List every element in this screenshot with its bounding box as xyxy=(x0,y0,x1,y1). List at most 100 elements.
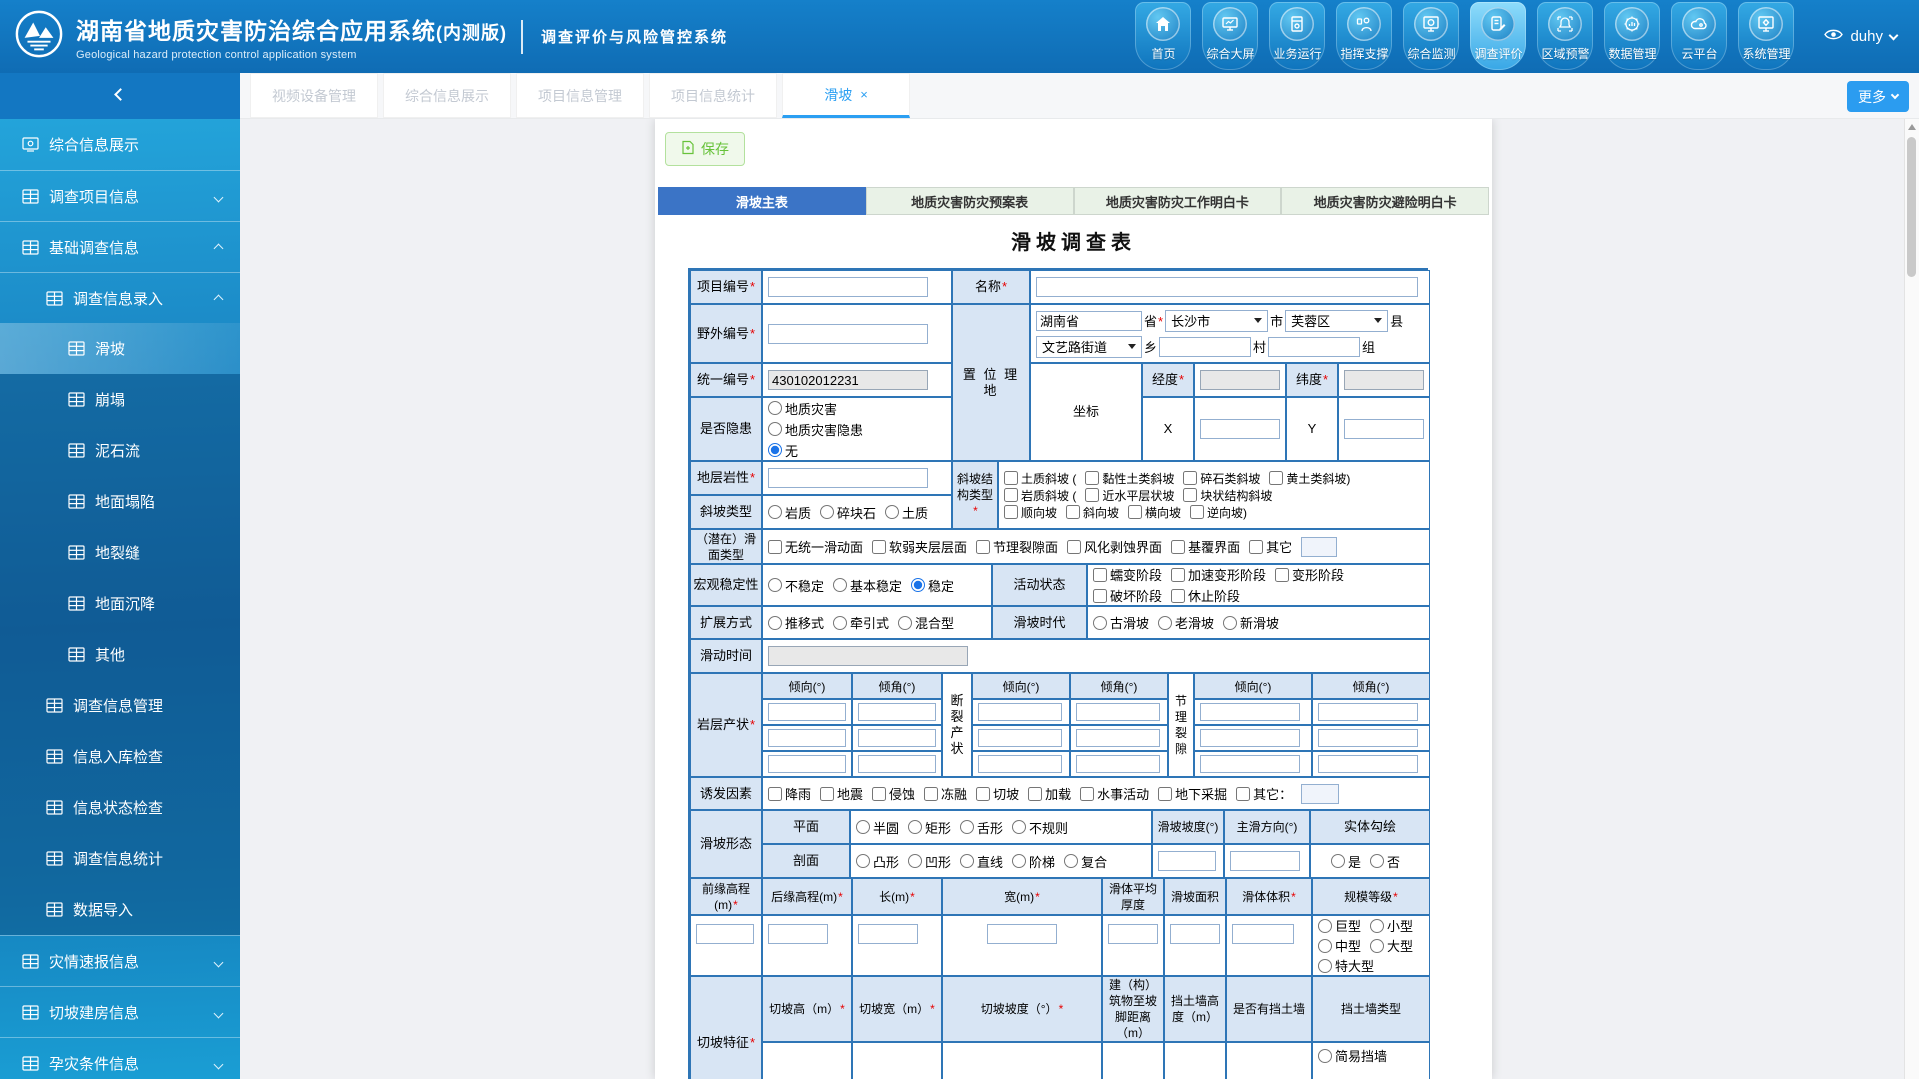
sidebar-item[interactable]: 信息入库检查 xyxy=(0,731,240,782)
fault-dipdir-input-1[interactable] xyxy=(978,703,1062,721)
trigger-checkbox[interactable] xyxy=(1236,787,1250,801)
radio-option[interactable]: 特大型 xyxy=(1318,956,1374,975)
trigger-checkbox[interactable] xyxy=(1080,787,1094,801)
slope_type-radio[interactable] xyxy=(768,505,782,519)
radio-option[interactable]: 是 xyxy=(1331,852,1361,871)
slip-checkbox[interactable] xyxy=(976,540,990,554)
plan-radio[interactable] xyxy=(856,820,870,834)
length-input[interactable] xyxy=(858,924,918,944)
sidebar-item[interactable]: 滑坡 xyxy=(0,323,240,374)
save-button[interactable]: 保存 xyxy=(665,132,745,166)
slip-surface-other-input[interactable] xyxy=(1301,537,1337,557)
trigger-checkbox[interactable] xyxy=(976,787,990,801)
fault-dipangle-input-1[interactable] xyxy=(1076,703,1160,721)
ss3-checkbox[interactable] xyxy=(1190,505,1204,519)
tab-video-device[interactable]: 视频设备管理 xyxy=(250,73,378,118)
checkbox-option[interactable]: 降雨 xyxy=(768,784,811,803)
width-input[interactable] xyxy=(987,924,1057,944)
ss3-checkbox[interactable] xyxy=(1066,505,1080,519)
sidebar-item[interactable]: 信息状态检查 xyxy=(0,782,240,833)
radio-option[interactable]: 新滑坡 xyxy=(1223,613,1279,632)
form-tab-plan[interactable]: 地质灾害防灾预案表 xyxy=(866,187,1074,215)
fault-dipangle-input-2[interactable] xyxy=(1076,729,1160,747)
user-menu[interactable]: duhy xyxy=(1824,28,1897,45)
rear-elev-input[interactable] xyxy=(768,924,828,944)
slide-time-input[interactable] xyxy=(768,646,968,666)
sidebar-collapse-button[interactable] xyxy=(0,73,240,119)
fault-dipangle-input-3[interactable] xyxy=(1076,755,1160,773)
nav-item-monitoring[interactable]: 综合监测 xyxy=(1403,2,1459,70)
radio-option[interactable]: 否 xyxy=(1370,852,1400,871)
checkbox-option[interactable]: 加载 xyxy=(1028,784,1071,803)
joint-dipdir-input-3[interactable] xyxy=(1200,755,1300,773)
project-no-input[interactable] xyxy=(768,277,928,297)
activity-checkbox[interactable] xyxy=(1171,589,1185,603)
joint-dipangle-input-1[interactable] xyxy=(1318,703,1418,721)
joint-dipdir-input-1[interactable] xyxy=(1200,703,1300,721)
checkbox-option[interactable]: 黏性土类斜坡 xyxy=(1085,470,1174,487)
checkbox-option[interactable]: 风化剥蚀界面 xyxy=(1067,537,1162,556)
rock-dipdir-input-2[interactable] xyxy=(768,729,846,747)
stability-radio[interactable] xyxy=(911,578,925,592)
trigger-checkbox[interactable] xyxy=(924,787,938,801)
radio-option[interactable]: 直线 xyxy=(960,852,1003,871)
checkbox-option[interactable]: 软弱夹层层面 xyxy=(872,537,967,556)
checkbox-option[interactable]: 无统一滑动面 xyxy=(768,537,863,556)
hidden-radio[interactable] xyxy=(768,422,782,436)
fault-dipdir-input-3[interactable] xyxy=(978,755,1062,773)
scale-radio[interactable] xyxy=(1318,939,1332,953)
ss1-checkbox[interactable] xyxy=(1183,471,1197,485)
sidebar-item[interactable]: 地面沉降 xyxy=(0,578,240,629)
checkbox-option[interactable]: 水事活动 xyxy=(1080,784,1149,803)
slip-checkbox[interactable] xyxy=(768,540,782,554)
sidebar-item[interactable]: 调查信息统计 xyxy=(0,833,240,884)
sidebar-item[interactable]: 调查信息管理 xyxy=(0,680,240,731)
city-select[interactable]: 长沙市 xyxy=(1165,310,1268,332)
radio-option[interactable]: 基本稳定 xyxy=(833,576,902,595)
plan-radio[interactable] xyxy=(1012,820,1026,834)
rock-dipangle-input-1[interactable] xyxy=(858,703,936,721)
village-input[interactable] xyxy=(1159,337,1251,357)
checkbox-option[interactable]: 基覆界面 xyxy=(1171,537,1240,556)
y-input[interactable] xyxy=(1344,419,1424,439)
radio-option[interactable]: 无 xyxy=(768,441,798,460)
nav-item-survey[interactable]: 调查评价 xyxy=(1470,2,1526,70)
tab-project-stats[interactable]: 项目信息统计 xyxy=(649,73,777,118)
rock-dipdir-input-1[interactable] xyxy=(768,703,846,721)
checkbox-option[interactable]: 切坡 xyxy=(976,784,1019,803)
checkbox-option[interactable]: 冻融 xyxy=(924,784,967,803)
scale-radio[interactable] xyxy=(1318,959,1332,973)
ss1-checkbox[interactable] xyxy=(1085,471,1099,485)
nav-item-system[interactable]: 系统管理 xyxy=(1738,2,1794,70)
activity-checkbox[interactable] xyxy=(1275,568,1289,582)
checkbox-option[interactable]: 侵蚀 xyxy=(872,784,915,803)
sidebar-item[interactable]: 灾情速报信息 xyxy=(0,935,240,986)
joint-dipdir-input-2[interactable] xyxy=(1200,729,1300,747)
slip-checkbox[interactable] xyxy=(1067,540,1081,554)
main-dir-input[interactable] xyxy=(1230,851,1300,871)
checkbox-option[interactable]: 其它： xyxy=(1236,784,1292,803)
radio-option[interactable]: 大型 xyxy=(1370,936,1413,955)
activity-checkbox[interactable] xyxy=(1171,568,1185,582)
radio-option[interactable]: 老滑坡 xyxy=(1158,613,1214,632)
sidebar-item[interactable]: 调查信息录入 xyxy=(0,272,240,323)
checkbox-option[interactable]: 顺向坡 xyxy=(1004,504,1057,521)
lat-input[interactable] xyxy=(1344,370,1424,390)
nav-item-home[interactable]: 首页 xyxy=(1135,2,1191,70)
checkbox-option[interactable]: 土质斜坡 ( xyxy=(1004,470,1076,487)
unified-no-input[interactable] xyxy=(768,370,928,390)
checkbox-option[interactable]: 地下采掘 xyxy=(1158,784,1227,803)
scale-radio[interactable] xyxy=(1318,919,1332,933)
county-select[interactable]: 芙蓉区 xyxy=(1285,310,1388,332)
rock-dipangle-input-3[interactable] xyxy=(858,755,936,773)
radio-option[interactable]: 不规则 xyxy=(1012,818,1068,837)
checkbox-option[interactable]: 块状结构斜坡 xyxy=(1183,487,1272,504)
radio-option[interactable]: 凹形 xyxy=(908,852,951,871)
checkbox-option[interactable]: 休止阶段 xyxy=(1171,586,1240,605)
scroll-up-icon[interactable] xyxy=(1908,124,1916,130)
form-tab-evade-card[interactable]: 地质灾害防灾避险明白卡 xyxy=(1281,187,1489,215)
stability-radio[interactable] xyxy=(768,578,782,592)
tab-info-display[interactable]: 综合信息展示 xyxy=(383,73,511,118)
province-input[interactable] xyxy=(1036,311,1142,331)
tab-project-mgmt[interactable]: 项目信息管理 xyxy=(516,73,644,118)
